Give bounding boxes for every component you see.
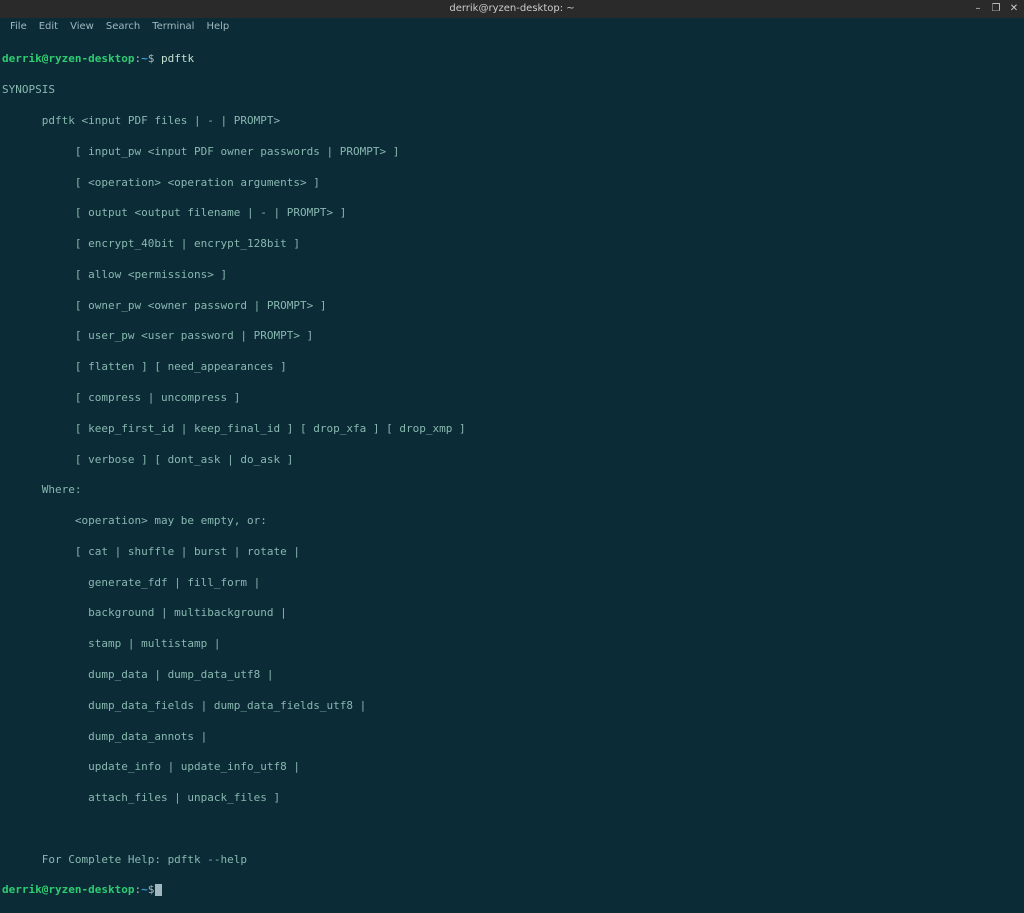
prompt-path: ~ (141, 883, 148, 896)
prompt-user-host: derrik@ryzen-desktop (2, 52, 134, 65)
output-line: <operation> may be empty, or: (2, 513, 1024, 528)
prompt-user-host: derrik@ryzen-desktop (2, 883, 134, 896)
output-line: dump_data_fields | dump_data_fields_utf8… (2, 698, 1024, 713)
menu-view[interactable]: View (64, 18, 100, 36)
prompt-separator: : (134, 883, 141, 896)
output-line: background | multibackground | (2, 605, 1024, 620)
output-line: SYNOPSIS (2, 82, 1024, 97)
output-line: [ verbose ] [ dont_ask | do_ask ] (2, 452, 1024, 467)
output-line: stamp | multistamp | (2, 636, 1024, 651)
output-line: [ user_pw <user password | PROMPT> ] (2, 328, 1024, 343)
output-line: [ input_pw <input PDF owner passwords | … (2, 144, 1024, 159)
output-line: [ allow <permissions> ] (2, 267, 1024, 282)
titlebar: derrik@ryzen-desktop: ~ – ❐ ✕ (0, 0, 1024, 18)
output-line: For Complete Help: pdftk --help (2, 852, 1024, 867)
window-title: derrik@ryzen-desktop: ~ (449, 2, 574, 16)
output-line: attach_files | unpack_files ] (2, 790, 1024, 805)
output-line: dump_data_annots | (2, 729, 1024, 744)
output-line: Where: (2, 482, 1024, 497)
output-line: [ output <output filename | - | PROMPT> … (2, 205, 1024, 220)
menu-help[interactable]: Help (200, 18, 235, 36)
prompt-path: ~ (141, 52, 148, 65)
output-line: [ keep_first_id | keep_final_id ] [ drop… (2, 421, 1024, 436)
output-line: [ compress | uncompress ] (2, 390, 1024, 405)
terminal-viewport[interactable]: derrik@ryzen-desktop:~$ pdftk SYNOPSIS p… (0, 36, 1024, 913)
maximize-icon[interactable]: ❐ (990, 3, 1002, 15)
output-line: [ cat | shuffle | burst | rotate | (2, 544, 1024, 559)
menu-edit[interactable]: Edit (33, 18, 64, 36)
output-line: update_info | update_info_utf8 | (2, 759, 1024, 774)
output-line: generate_fdf | fill_form | (2, 575, 1024, 590)
menu-terminal[interactable]: Terminal (146, 18, 200, 36)
close-icon[interactable]: ✕ (1008, 3, 1020, 15)
window-controls: – ❐ ✕ (972, 3, 1020, 15)
output-line (2, 821, 1024, 836)
menu-search[interactable]: Search (100, 18, 146, 36)
output-line: [ encrypt_40bit | encrypt_128bit ] (2, 236, 1024, 251)
output-line: dump_data | dump_data_utf8 | (2, 667, 1024, 682)
menubar: File Edit View Search Terminal Help (0, 18, 1024, 36)
output-line: [ owner_pw <owner password | PROMPT> ] (2, 298, 1024, 313)
prompt-dollar: $ (148, 883, 155, 896)
prompt-line-2: derrik@ryzen-desktop:~$ (2, 882, 1024, 897)
entered-command: pdftk (154, 52, 194, 65)
output-line: [ <operation> <operation arguments> ] (2, 175, 1024, 190)
minimize-icon[interactable]: – (972, 3, 984, 15)
cursor-icon (155, 884, 162, 896)
menu-file[interactable]: File (4, 18, 33, 36)
prompt-line-1: derrik@ryzen-desktop:~$ pdftk (2, 51, 1024, 66)
output-line: [ flatten ] [ need_appearances ] (2, 359, 1024, 374)
output-line: pdftk <input PDF files | - | PROMPT> (2, 113, 1024, 128)
